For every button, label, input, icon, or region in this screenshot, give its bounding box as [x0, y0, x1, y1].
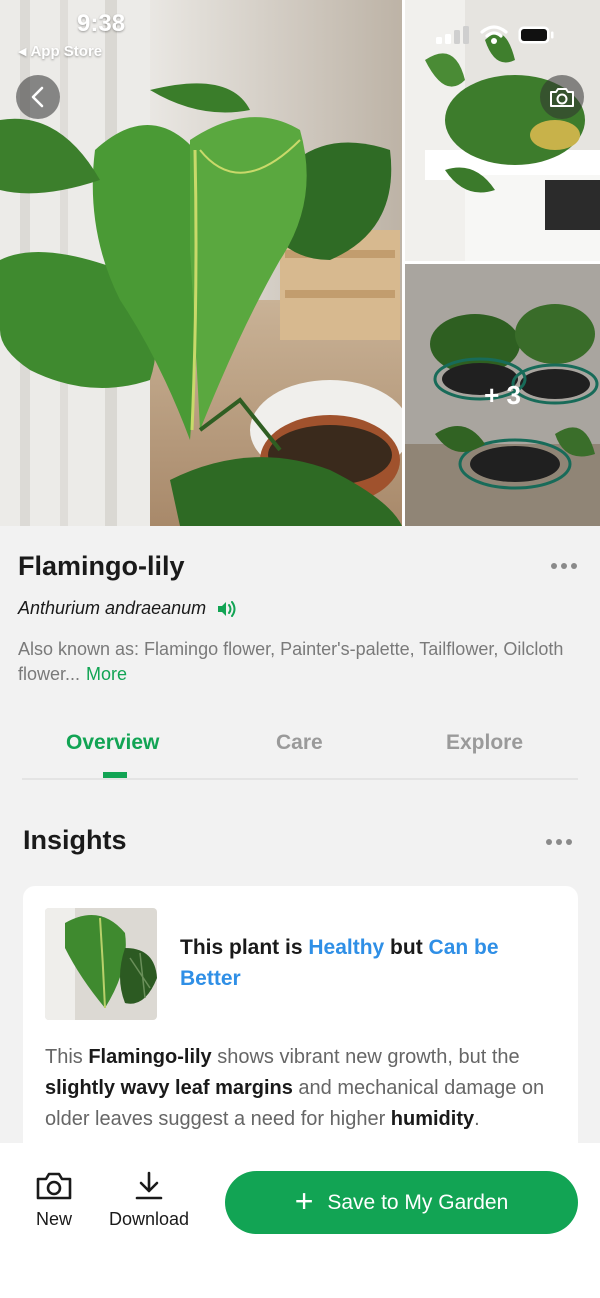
- wifi-icon: [480, 25, 508, 44]
- more-photos-count[interactable]: + 3: [405, 264, 600, 526]
- back-button[interactable]: [16, 75, 60, 119]
- also-known-as: Also known as: Flamingo flower, Painter'…: [18, 637, 578, 687]
- main-plant-photo[interactable]: [0, 0, 402, 526]
- insight-text: shows vibrant new growth, but the: [211, 1046, 520, 1068]
- tab-overview[interactable]: Overview: [66, 731, 159, 755]
- speaker-icon[interactable]: [216, 600, 238, 618]
- insight-thumbnail: [45, 908, 157, 1020]
- bottom-action-bar: New Download + Save to My Garden: [0, 1143, 600, 1298]
- new-scan-button[interactable]: New: [28, 1171, 80, 1230]
- download-button[interactable]: Download: [104, 1171, 194, 1230]
- back-triangle-icon: ◀: [18, 46, 27, 58]
- insight-card[interactable]: This plant is Healthy but Can be Better …: [23, 886, 578, 1186]
- back-chevron-icon: [31, 86, 44, 108]
- tab-bar: Overview Care Explore: [22, 722, 578, 780]
- more-names-link[interactable]: More: [86, 664, 127, 684]
- plant-common-name: Flamingo-lily: [18, 551, 185, 581]
- save-label: Save to My Garden: [327, 1190, 509, 1214]
- new-label: New: [35, 1209, 72, 1229]
- insights-options-button[interactable]: [546, 839, 572, 845]
- insight-text: .: [474, 1108, 480, 1130]
- health-prefix: This plant is: [180, 936, 309, 959]
- insights-heading: Insights: [23, 825, 127, 855]
- camera-icon: [36, 1172, 72, 1200]
- save-to-garden-button[interactable]: + Save to My Garden: [225, 1171, 578, 1234]
- tab-care[interactable]: Care: [276, 731, 323, 755]
- status-time: 9:38: [77, 10, 126, 37]
- plus-icon: +: [294, 1183, 314, 1219]
- insight-text: This: [45, 1046, 89, 1068]
- photo-gallery: + 3: [0, 0, 600, 526]
- camera-button[interactable]: [540, 75, 584, 119]
- signal-icon: [436, 26, 469, 44]
- health-status-text: This plant is Healthy but Can be Better: [180, 932, 540, 994]
- more-dots-icon: [546, 839, 552, 845]
- tab-explore[interactable]: Explore: [446, 731, 523, 755]
- camera-icon: [550, 88, 574, 107]
- insight-emphasis: slightly wavy leaf margins: [45, 1077, 293, 1099]
- active-tab-indicator: [103, 772, 127, 778]
- download-icon: [135, 1171, 163, 1200]
- battery-icon: [518, 26, 554, 44]
- health-status: Healthy: [308, 936, 385, 959]
- insight-emphasis: Flamingo-lily: [88, 1046, 212, 1068]
- status-back-to-app[interactable]: ◀ App Store: [18, 43, 102, 60]
- plant-photo-3[interactable]: + 3: [405, 264, 600, 526]
- scientific-name-row: Anthurium andraeanum: [18, 598, 238, 619]
- insight-description: This Flamingo-lily shows vibrant new gro…: [45, 1042, 565, 1135]
- status-icons: [436, 25, 554, 45]
- download-label: Download: [108, 1209, 190, 1229]
- status-back-label: App Store: [30, 43, 103, 60]
- plant-scientific-name: Anthurium andraeanum: [18, 598, 207, 618]
- health-middle: but: [384, 936, 429, 959]
- plant-options-button[interactable]: [551, 563, 577, 569]
- insight-emphasis: humidity: [390, 1108, 475, 1130]
- more-dots-icon: [551, 563, 557, 569]
